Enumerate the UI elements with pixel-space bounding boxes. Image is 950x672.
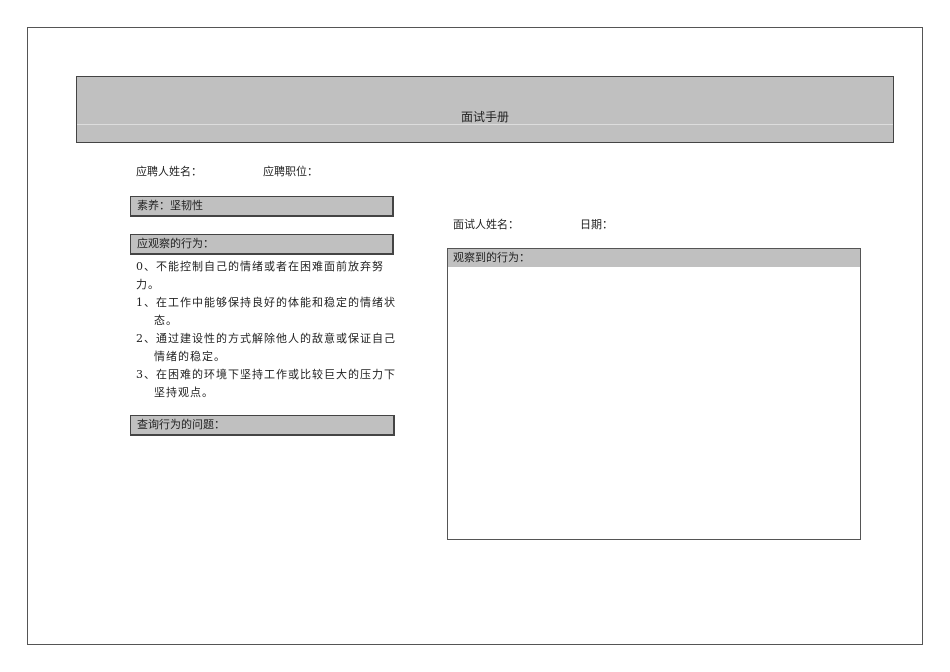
behaviors-bar: 应观察的行为： (130, 234, 394, 255)
header-banner: 面试手册 (76, 76, 894, 143)
behavior-list: 0、不能控制自己的情绪或者在困难面前放弃努力。 1、在工作中能够保持良好的体能和… (136, 258, 398, 402)
behavior-item: 1、在工作中能够保持良好的体能和稳定的情绪状态。 (136, 296, 396, 327)
behavior-item: 0、不能控制自己的情绪或者在困难面前放弃努力。 (136, 260, 384, 291)
questions-bar: 查询行为的问题： (130, 415, 395, 436)
candidate-name-label: 应聘人姓名： (136, 165, 202, 178)
interviewer-name-label: 面试人姓名： (453, 218, 519, 231)
page-title: 面试手册 (460, 110, 509, 124)
competency-bar: 素养：坚韧性 (130, 196, 394, 217)
date-label: 日期： (580, 218, 613, 231)
behavior-item: 2、通过建设性的方式解除他人的敌意或保证自己情绪的稳定。 (136, 332, 396, 363)
observed-behavior-header: 观察到的行为： (448, 249, 860, 267)
behavior-item: 3、在困难的环境下坚持工作或比较巨大的压力下坚持观点。 (136, 368, 396, 399)
position-label: 应聘职位： (263, 165, 318, 178)
observed-behavior-box: 观察到的行为： (447, 248, 861, 540)
